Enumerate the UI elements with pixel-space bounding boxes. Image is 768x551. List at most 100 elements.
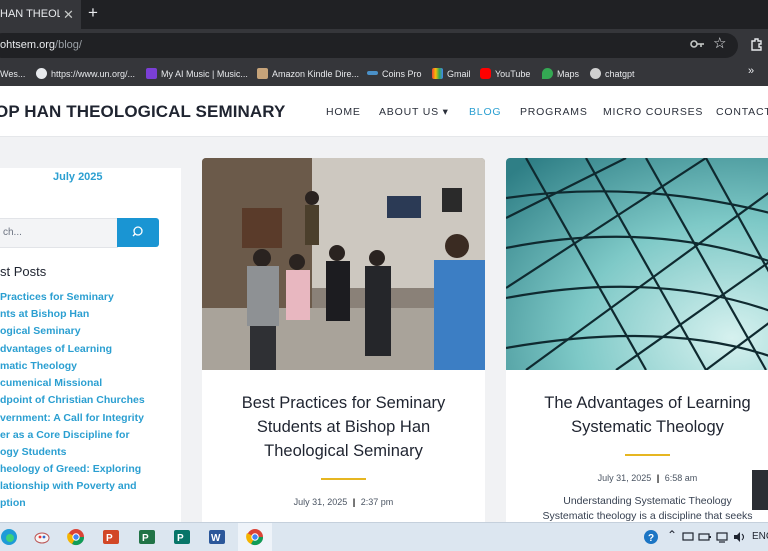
omnibox[interactable] xyxy=(0,33,738,58)
more-bookmarks-button[interactable]: » xyxy=(748,65,754,77)
youtube-icon xyxy=(480,68,491,79)
svg-text:P: P xyxy=(142,533,149,544)
project-icon[interactable]: P xyxy=(138,528,156,546)
nav-blog[interactable]: BLOG xyxy=(469,106,501,118)
bookmarks-bar: Wes... https://www.un.org/... My AI Musi… xyxy=(0,62,768,87)
bookmark-item[interactable]: Amazon Kindle Dire... xyxy=(257,65,359,83)
recent-post-link[interactable]: cumenical Missional xyxy=(0,377,102,389)
edge-icon[interactable] xyxy=(0,528,18,546)
archive-link[interactable]: July 2025 xyxy=(53,171,103,183)
recent-posts-heading: st Posts xyxy=(0,264,47,279)
bookmark-label: YouTube xyxy=(495,69,531,79)
search-input[interactable]: ch... xyxy=(0,218,118,248)
recent-post-link[interactable]: ogy Students xyxy=(0,446,67,458)
recent-post-link[interactable]: matic Theology xyxy=(0,360,77,372)
recent-post-link[interactable]: ogical Seminary xyxy=(0,325,81,337)
svg-text:P: P xyxy=(106,533,113,544)
bookmark-item[interactable]: YouTube xyxy=(480,65,530,83)
svg-text:W: W xyxy=(211,533,221,544)
blog-card[interactable]: Best Practices for Seminary Students at … xyxy=(202,158,485,526)
recent-post-link[interactable]: heology of Greed: Exploring xyxy=(0,463,141,475)
post-meta: July 31, 2025 | 2:37 pm xyxy=(293,497,394,507)
site-header: OP HAN THEOLOGICAL SEMINARY HOME ABOUT U… xyxy=(0,86,768,137)
bookmark-label: Amazon Kindle Dire... xyxy=(272,69,360,79)
post-time: 6:58 am xyxy=(664,473,698,483)
recent-post-link[interactable]: nts at Bishop Han xyxy=(0,308,89,320)
battery-icon[interactable] xyxy=(698,531,712,543)
post-title-line[interactable]: Theological Seminary xyxy=(214,439,473,463)
search-placeholder: ch... xyxy=(3,227,22,238)
recent-post-link[interactable]: dpoint of Christian Churches xyxy=(0,394,145,406)
paint-icon[interactable] xyxy=(33,528,51,546)
search-button[interactable] xyxy=(117,218,159,247)
browser-tab-strip: HAN THEOLOGI ✕ + xyxy=(0,0,768,29)
bookmark-item[interactable]: Wes... xyxy=(0,65,25,83)
chevron-up-icon[interactable]: ⌃ xyxy=(667,528,677,542)
bookmark-label: https://www.un.org/... xyxy=(51,69,136,79)
word-icon[interactable]: W xyxy=(208,528,226,546)
nav-programs[interactable]: PROGRAMS xyxy=(520,106,588,118)
bookmark-item[interactable]: Gmail xyxy=(432,65,471,83)
search-icon xyxy=(132,226,143,237)
help-icon[interactable]: ? xyxy=(643,529,659,545)
post-title-line[interactable]: The Advantages of Learning xyxy=(518,391,768,415)
url-text[interactable]: ohtsem.org/blog/ xyxy=(0,39,82,51)
language-indicator[interactable]: ENG xyxy=(752,531,768,542)
recent-post-link[interactable]: vernment: A Call for Integrity xyxy=(0,412,144,424)
post-title-line[interactable]: Best Practices for Seminary xyxy=(214,391,473,415)
post-excerpt-line: Understanding Systematic Theology xyxy=(563,495,732,507)
scroll-to-top-button[interactable] xyxy=(752,470,768,510)
volume-icon[interactable] xyxy=(733,531,747,543)
blog-card[interactable]: The Advantages of Learning Systematic Th… xyxy=(506,158,768,526)
title-divider xyxy=(625,454,670,456)
post-title-line[interactable]: Systematic Theology xyxy=(518,415,768,439)
bookmark-item[interactable]: chatgpt xyxy=(590,65,635,83)
recent-post-link[interactable]: dvantages of Learning xyxy=(0,343,112,355)
gmail-icon xyxy=(432,68,443,79)
kindle-icon xyxy=(257,68,268,79)
chrome-icon[interactable] xyxy=(67,528,85,546)
url-domain: ohtsem.org xyxy=(0,39,56,51)
nav-about-us[interactable]: ABOUT US ▾ xyxy=(379,106,449,118)
new-tab-button[interactable]: + xyxy=(88,3,98,23)
bookmark-item[interactable]: Coins Pro xyxy=(367,65,422,83)
bookmark-label: Maps xyxy=(557,69,580,79)
site-title[interactable]: OP HAN THEOLOGICAL SEMINARY xyxy=(0,102,285,122)
publisher-icon[interactable]: P xyxy=(173,528,191,546)
bookmark-item[interactable]: https://www.un.org/... xyxy=(36,65,135,83)
chevron-down-icon: ▾ xyxy=(442,106,449,118)
bookmark-star-icon[interactable]: ☆ xyxy=(713,34,726,52)
nav-home[interactable]: HOME xyxy=(326,106,361,118)
close-tab-icon[interactable]: ✕ xyxy=(63,0,74,29)
nav-about-label: ABOUT US xyxy=(379,106,439,118)
display-icon[interactable] xyxy=(682,531,694,543)
post-photo-glass-dome[interactable] xyxy=(506,158,768,370)
password-key-icon[interactable] xyxy=(690,38,705,50)
bookmark-label: My AI Music | Music... xyxy=(161,69,248,79)
post-meta: July 31, 2025 | 6:58 am xyxy=(597,473,698,483)
recent-post-link[interactable]: er as a Core Discipline for xyxy=(0,429,130,441)
network-icon[interactable] xyxy=(716,531,728,543)
powerpoint-icon[interactable]: P xyxy=(102,528,120,546)
maps-icon xyxy=(542,68,553,79)
url-path: /blog/ xyxy=(55,39,82,51)
chrome-active-icon[interactable] xyxy=(246,528,264,546)
bookmark-label: Wes... xyxy=(0,69,26,79)
recent-post-link[interactable]: ption xyxy=(0,497,26,509)
post-photo-worship-group[interactable] xyxy=(202,158,485,370)
recent-post-link[interactable]: Practices for Seminary xyxy=(0,291,114,303)
bookmark-item[interactable]: Maps xyxy=(542,65,579,83)
title-divider xyxy=(321,478,366,480)
bookmark-item[interactable]: My AI Music | Music... xyxy=(146,65,248,83)
chatgpt-icon xyxy=(590,68,601,79)
browser-tab[interactable]: HAN THEOLOGI ✕ xyxy=(0,0,81,29)
coins-icon xyxy=(367,71,378,75)
address-bar: ohtsem.org/blog/ ☆ xyxy=(0,29,768,62)
extensions-icon[interactable] xyxy=(750,37,764,51)
tab-title: HAN THEOLOGI xyxy=(0,8,60,20)
post-title-line[interactable]: Students at Bishop Han xyxy=(214,415,473,439)
nav-micro-courses[interactable]: MICRO COURSES xyxy=(603,106,703,118)
globe-icon xyxy=(36,68,47,79)
recent-post-link[interactable]: lationship with Poverty and xyxy=(0,480,137,492)
nav-contact[interactable]: CONTACT xyxy=(716,106,768,118)
